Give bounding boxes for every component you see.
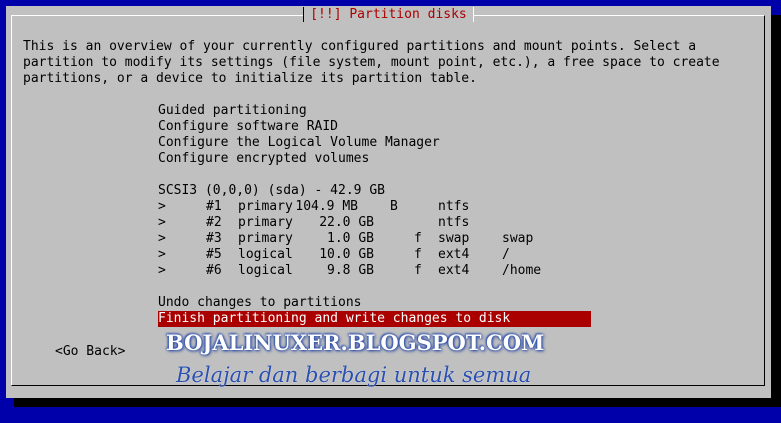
menu-item-finish-partitioning[interactable]: Finish partitioning and write changes to…	[158, 311, 591, 327]
expand-arrow-icon: >	[158, 199, 166, 214]
watermark-tagline: Belajar dan berbagi untuk semua	[176, 363, 532, 387]
partition-type: logical	[238, 263, 293, 278]
partition-number: #5	[206, 247, 222, 262]
partition-fs: ntfs	[438, 199, 470, 214]
partition-type: primary	[238, 199, 293, 214]
intro-line: This is an overview of your currently co…	[23, 39, 697, 54]
partition-size: 9.8 GB	[327, 263, 374, 278]
go-back-button[interactable]: <Go Back>	[55, 344, 125, 360]
menu-item-guided-partitioning[interactable]: Guided partitioning	[158, 103, 591, 119]
watermark-site: BOJALINUXER.BLOGSPOT.COM	[166, 330, 545, 355]
expand-arrow-icon: >	[158, 247, 166, 262]
partition-size: 104.9 MB	[295, 199, 358, 214]
partition-number: #1	[206, 199, 222, 214]
expand-arrow-icon: >	[158, 215, 166, 230]
partition-row-5[interactable]: > #5 logical 10.0 GB f ext4 /	[158, 247, 591, 263]
partition-row-6[interactable]: > #6 logical 9.8 GB f ext4 /home	[158, 263, 591, 279]
partition-size: 10.0 GB	[319, 247, 374, 262]
partition-fs: ntfs	[438, 215, 470, 230]
menu-item-configure-encrypted[interactable]: Configure encrypted volumes	[158, 151, 591, 167]
menu-item-configure-lvm[interactable]: Configure the Logical Volume Manager	[158, 135, 591, 151]
partition-fs: ext4	[438, 247, 470, 262]
dialog-title-text: [!!] Partition disks	[303, 7, 474, 22]
partition-row-1[interactable]: > #1 primary 104.9 MB B ntfs	[158, 199, 591, 215]
partition-size: 1.0 GB	[327, 231, 374, 246]
menu-item-configure-raid[interactable]: Configure software RAID	[158, 119, 591, 135]
expand-arrow-icon: >	[158, 263, 166, 278]
partition-size: 22.0 GB	[319, 215, 374, 230]
partition-format-flag: f	[414, 231, 422, 246]
intro-line: partitions, or a device to initialize it…	[23, 71, 477, 86]
partition-fs: swap	[438, 231, 470, 246]
partition-number: #6	[206, 263, 222, 278]
partition-format-flag: f	[414, 263, 422, 278]
partition-fs: ext4	[438, 263, 470, 278]
partition-type: logical	[238, 247, 293, 262]
partition-number: #3	[206, 231, 222, 246]
partition-row-3[interactable]: > #3 primary 1.0 GB f swap swap	[158, 231, 591, 247]
partition-mount: swap	[502, 231, 534, 246]
menu-item-disk-sda[interactable]: SCSI3 (0,0,0) (sda) - 42.9 GB	[158, 183, 591, 199]
dialog-title: [!!] Partition disks	[6, 7, 771, 23]
partition-type: primary	[238, 215, 293, 230]
partition-flag: B	[390, 199, 398, 214]
partition-mount: /	[502, 247, 510, 262]
menu-item-undo-changes[interactable]: Undo changes to partitions	[158, 295, 591, 311]
partition-number: #2	[206, 215, 222, 230]
intro-line: partition to modify its settings (file s…	[23, 55, 720, 70]
partition-row-2[interactable]: > #2 primary 22.0 GB ntfs	[158, 215, 591, 231]
expand-arrow-icon: >	[158, 231, 166, 246]
intro-text: This is an overview of your currently co…	[23, 39, 763, 87]
partition-mount: /home	[502, 263, 542, 278]
partition-type: primary	[238, 231, 293, 246]
partition-format-flag: f	[414, 247, 422, 262]
